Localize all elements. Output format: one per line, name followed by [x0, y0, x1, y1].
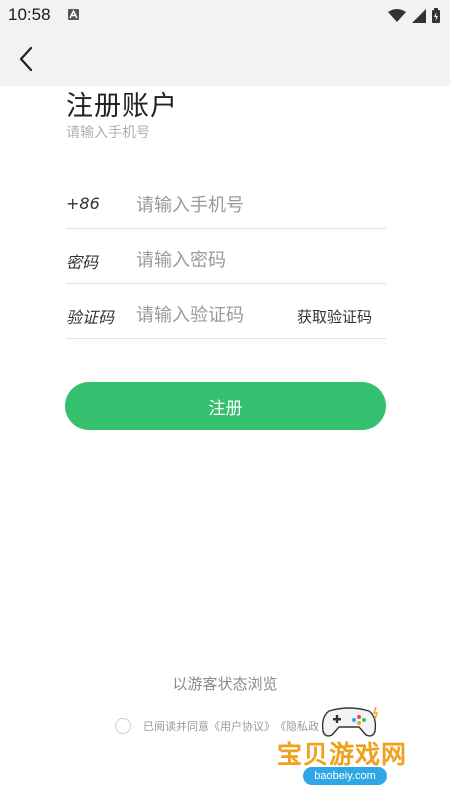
- status-icons: [388, 8, 440, 23]
- guest-browse-link[interactable]: 以游客状态浏览: [0, 673, 450, 694]
- watermark-logo: 宝贝游戏网 baobeiy.com: [275, 705, 425, 795]
- gamepad-icon: [321, 706, 379, 737]
- code-label: 验证码: [66, 308, 115, 327]
- password-input[interactable]: [136, 245, 286, 275]
- password-row: 密码: [66, 237, 386, 284]
- user-agreement-link[interactable]: 《用户协议》: [209, 718, 275, 734]
- agreement-checkbox[interactable]: [115, 718, 131, 734]
- phone-input[interactable]: [136, 190, 286, 220]
- cell-signal-icon: [412, 8, 426, 23]
- wifi-icon: [388, 8, 406, 22]
- status-time: 10:58: [8, 5, 51, 24]
- code-row: 验证码 获取验证码: [66, 292, 386, 339]
- notification-a-icon: [68, 9, 79, 20]
- phone-row: +86: [66, 182, 386, 229]
- battery-icon: [432, 8, 440, 23]
- get-code-button[interactable]: 获取验证码: [297, 306, 372, 327]
- country-code-label: +86: [66, 194, 100, 213]
- page-title: 注册账户: [66, 91, 178, 122]
- app-bar: [0, 32, 450, 86]
- code-input[interactable]: [136, 300, 286, 330]
- chevron-left-icon: [19, 46, 33, 72]
- watermark-url: baobeiy.com: [303, 767, 387, 785]
- back-button[interactable]: [12, 44, 42, 74]
- agreement-prefix: 已阅读并同意: [143, 720, 209, 733]
- page-subtitle: 请输入手机号: [66, 125, 150, 141]
- watermark-text: 宝贝游戏网: [277, 740, 408, 769]
- password-label: 密码: [66, 253, 99, 272]
- register-button[interactable]: 注册: [65, 382, 386, 430]
- status-bar: 10:58: [0, 0, 450, 32]
